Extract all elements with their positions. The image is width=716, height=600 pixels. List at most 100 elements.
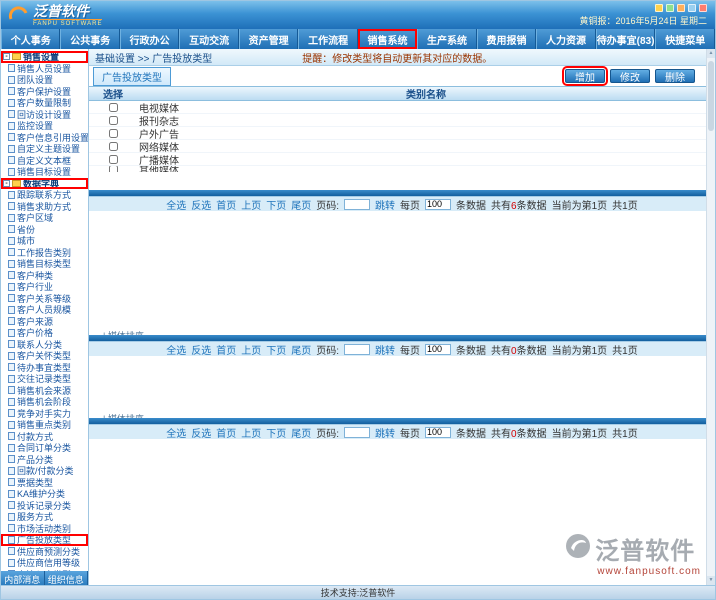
sidebar-tree-item[interactable]: - KA维护分类 [1,488,88,500]
sidebar-tree-item[interactable]: - 客户区域 [1,212,88,224]
sidebar-tree-item[interactable]: - 省份 [1,224,88,236]
sidebar-tree-item[interactable]: - 销售求助方式 [1,201,88,213]
last-page-link[interactable]: 尾页 [291,197,311,212]
sidebar-tree-item[interactable]: - 销售目标设置 [1,166,88,178]
select-all-link[interactable]: 全选 [166,425,186,440]
scroll-up-icon[interactable]: ▲ [707,49,715,58]
nav-tab[interactable]: 个人事务 [1,29,60,49]
nav-tab[interactable]: 待办事宜(83) [596,29,656,49]
prev-page-link[interactable]: 上页 [241,425,261,440]
next-page-link[interactable]: 下页 [266,342,286,357]
select-all-link[interactable]: 全选 [166,197,186,212]
nav-tab[interactable]: 人力资源 [536,29,595,49]
tree-expander-icon[interactable]: - [3,53,10,60]
sidebar-tree-item[interactable]: - 合同订单分类 [1,442,88,454]
next-page-link[interactable]: 下页 [266,425,286,440]
sidebar-tree-item[interactable]: - 城市 [1,235,88,247]
sidebar-tree-item[interactable]: - 回访设计设置 [1,109,88,121]
sidebar-tree-item[interactable]: - 客户人员规模 [1,304,88,316]
nav-tab[interactable]: 互动交流 [179,29,238,49]
first-page-link[interactable]: 首页 [216,425,236,440]
quick-launch-icon[interactable] [666,4,674,12]
sidebar-tree-item[interactable]: - 交往记录类型 [1,373,88,385]
next-page-link[interactable]: 下页 [266,197,286,212]
prev-page-link[interactable]: 上页 [241,197,261,212]
jump-link[interactable]: 跳转 [375,197,395,212]
sidebar-tree-item[interactable]: - 客户价格 [1,327,88,339]
row-checkbox[interactable] [109,142,118,151]
jump-link[interactable]: 跳转 [375,425,395,440]
sidebar-tree-item[interactable]: - 产品分类 [1,454,88,466]
vertical-scrollbar[interactable]: ▲ ▼ [706,49,715,585]
jump-link[interactable]: 跳转 [375,342,395,357]
scroll-down-icon[interactable]: ▼ [707,576,715,585]
sidebar-tree-item[interactable]: - 销售人员设置 [1,63,88,75]
sidebar-tree-item[interactable]: - 供应商信用等级 [1,557,88,569]
row-checkbox[interactable] [109,103,118,112]
sidebar-tree-item[interactable]: - 服务方式 [1,511,88,523]
row-checkbox[interactable] [109,155,118,164]
first-page-link[interactable]: 首页 [216,197,236,212]
sidebar-tree-item[interactable]: - 自定义主题设置 [1,143,88,155]
row-checkbox[interactable] [109,129,118,138]
invert-select-link[interactable]: 反选 [191,425,211,440]
sidebar-tree-item[interactable]: - 自定义文本框 [1,155,88,167]
sidebar-tree-item[interactable]: - 工作报告类别 [1,247,88,259]
add-button[interactable]: 增加 [565,69,605,83]
sidebar-tree-item[interactable]: - 付款方式 [1,431,88,443]
page-number-input[interactable] [344,344,370,355]
delete-button[interactable]: 删除 [655,69,695,83]
quick-launch-icon[interactable] [688,4,696,12]
sidebar-tree-item[interactable]: - 客户来源 [1,316,88,328]
edit-button[interactable]: 修改 [610,69,650,83]
sidebar-tree-item[interactable]: - 团队设置 [1,74,88,86]
sidebar-tree-item[interactable]: - 客户行业 [1,281,88,293]
nav-tab[interactable]: 快捷菜单 [655,29,714,49]
sidebar-tree-item[interactable]: - 跟踪联系方式 [1,189,88,201]
first-page-link[interactable]: 首页 [216,342,236,357]
sidebar-tree-item[interactable]: - 客户种类 [1,270,88,282]
sidebar-tree-item[interactable]: - 数据字典 [1,178,88,190]
nav-tab[interactable]: 资产管理 [239,29,298,49]
sidebar-tree-item[interactable]: - 供应商预测分类 [1,546,88,558]
sidebar-tree-item[interactable]: - 销售设置 [1,51,88,63]
nav-tab[interactable]: 公共事务 [60,29,119,49]
sidebar-tree-item[interactable]: - 客户保护设置 [1,86,88,98]
sidebar-tree-item[interactable]: - 票据类型 [1,477,88,489]
nav-tab[interactable]: 销售系统 [358,29,417,49]
tab-ad-type[interactable]: 广告投放类型 [93,67,171,86]
nav-tab[interactable]: 行政办公 [120,29,179,49]
per-page-input[interactable] [425,427,451,438]
last-page-link[interactable]: 尾页 [291,342,311,357]
sidebar-tree-item[interactable]: - 客户信息引用设置 [1,132,88,144]
quick-launch-icon[interactable] [677,4,685,12]
sidebar-tree-item[interactable]: - 监控设置 [1,120,88,132]
per-page-input[interactable] [425,344,451,355]
per-page-input[interactable] [425,199,451,210]
quick-launch-icon[interactable] [699,4,707,12]
nav-tab[interactable]: 费用报销 [477,29,536,49]
page-number-input[interactable] [344,199,370,210]
tree-expander-icon[interactable]: - [3,180,10,187]
invert-select-link[interactable]: 反选 [191,197,211,212]
last-page-link[interactable]: 尾页 [291,425,311,440]
select-all-link[interactable]: 全选 [166,342,186,357]
sidebar-tree-item[interactable]: - 竞争对手实力 [1,408,88,420]
sidebar-tree-item[interactable]: - 客户关怀类型 [1,350,88,362]
row-checkbox[interactable] [109,116,118,125]
sidebar-tree-item[interactable]: - 销售机会阶段 [1,396,88,408]
sidebar-tree-item[interactable]: - 客户数量限制 [1,97,88,109]
sidebar-tree-item[interactable]: - 待办事宜类型 [1,362,88,374]
sidebar-tree-item[interactable]: - 销售重点类别 [1,419,88,431]
sidebar-tree-item[interactable]: - 客户关系等级 [1,293,88,305]
page-number-input[interactable] [344,427,370,438]
prev-page-link[interactable]: 上页 [241,342,261,357]
sidebar-tree-item[interactable]: - 投诉记录分类 [1,500,88,512]
invert-select-link[interactable]: 反选 [191,342,211,357]
sidebar-tree-item[interactable]: - 销售目标类型 [1,258,88,270]
sidebar-tree-item[interactable]: - 广告投放类型 [1,534,88,546]
sidebar-tree-item[interactable]: - 市场活动类别 [1,523,88,535]
quick-launch-icon[interactable] [655,4,663,12]
sidebar-tree-item[interactable]: - 销售机会来源 [1,385,88,397]
nav-tab[interactable]: 工作流程 [298,29,357,49]
